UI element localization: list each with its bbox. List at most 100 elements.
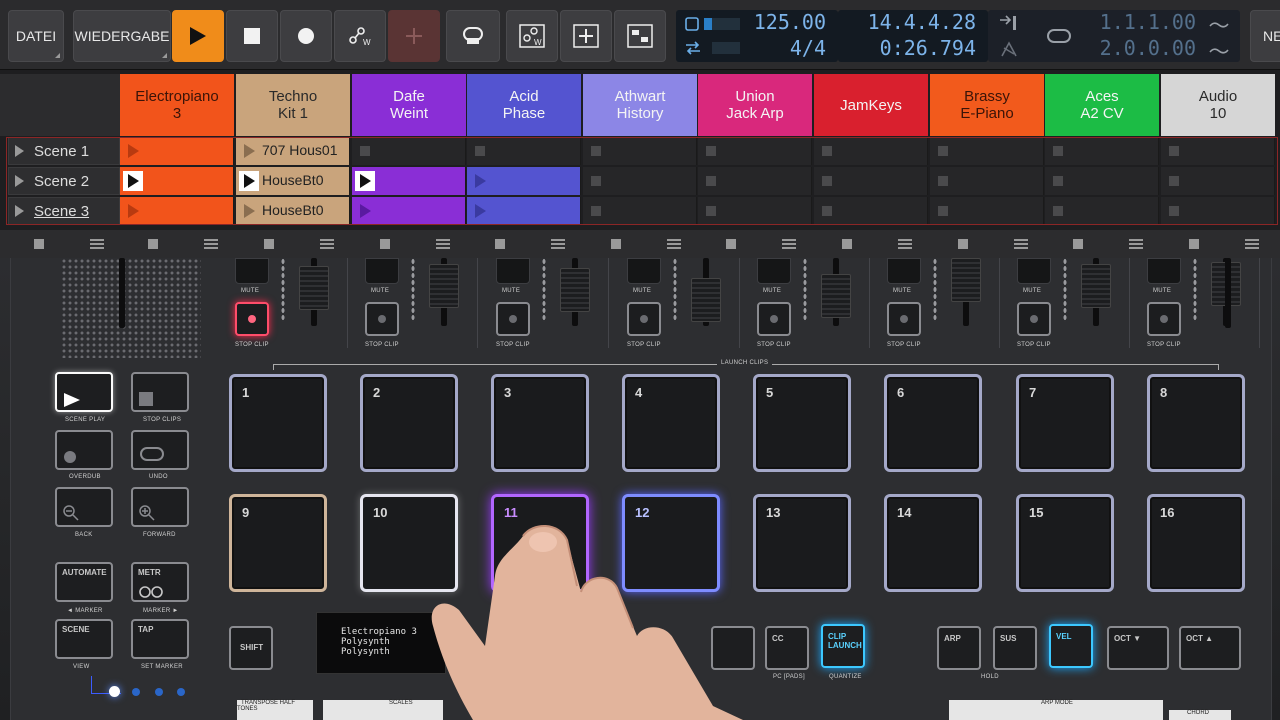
scene-launch-button[interactable]: Scene 2 — [8, 167, 120, 195]
play-button[interactable] — [172, 10, 224, 62]
overdub-hw-button[interactable] — [55, 430, 113, 470]
stop-clip-button[interactable] — [1147, 302, 1181, 336]
punch-in-icon[interactable] — [998, 14, 1020, 32]
track-header[interactable]: Brassy E-Piano — [930, 74, 1044, 136]
stop-icon[interactable] — [148, 239, 158, 249]
clip-slot[interactable] — [352, 197, 466, 225]
next-menu-button[interactable]: NE — [1250, 10, 1280, 62]
stop-icon[interactable] — [958, 239, 968, 249]
clip-slot[interactable] — [930, 167, 1044, 195]
insert-button[interactable] — [560, 10, 612, 62]
stop-icon[interactable] — [1073, 239, 1083, 249]
menu-icon[interactable] — [90, 239, 104, 249]
clip-slot[interactable] — [120, 167, 234, 195]
solo-button[interactable] — [496, 258, 530, 284]
clip-slot[interactable] — [120, 137, 234, 165]
clip-slot[interactable] — [120, 197, 234, 225]
volume-fader[interactable] — [429, 264, 459, 308]
volume-fader[interactable] — [299, 266, 329, 310]
track-header[interactable]: Techno Kit 1 — [236, 74, 350, 136]
loop-end-value[interactable]: 2.0.0.00 — [1084, 36, 1196, 60]
volume-fader[interactable] — [691, 278, 721, 322]
stop-button[interactable] — [226, 10, 278, 62]
menu-icon[interactable] — [436, 239, 450, 249]
scene-launch-button[interactable]: Scene 3 — [8, 197, 120, 225]
add-track-button[interactable] — [388, 10, 440, 62]
track-header[interactable]: JamKeys — [814, 74, 928, 136]
clip-slot[interactable] — [1045, 197, 1159, 225]
automation-write-button[interactable]: W — [334, 10, 386, 62]
track-header[interactable]: Dafe Weint — [352, 74, 466, 136]
playback-menu-button[interactable]: WIEDERGABE — [73, 10, 171, 62]
velocity-button[interactable]: VEL — [1049, 624, 1093, 668]
drum-pad[interactable]: 15 — [1016, 494, 1114, 592]
track-header[interactable]: Electropiano 3 — [120, 74, 234, 136]
clip-launch-button[interactable]: CLIP LAUNCH — [821, 624, 865, 668]
stop-clip-button[interactable] — [365, 302, 399, 336]
menu-icon[interactable] — [1014, 239, 1028, 249]
clip-slot[interactable] — [814, 137, 928, 165]
stop-icon[interactable] — [611, 239, 621, 249]
clip-slot[interactable] — [1045, 137, 1159, 165]
menu-icon[interactable] — [1129, 239, 1143, 249]
track-header[interactable]: Athwart History — [583, 74, 697, 136]
drum-pad[interactable]: 6 — [884, 374, 982, 472]
position-time-value[interactable]: 0:26.794 — [838, 36, 976, 60]
time-signature-value[interactable]: 4/4 — [740, 36, 826, 60]
clip-slot[interactable] — [1161, 137, 1275, 165]
clip-slot[interactable] — [583, 197, 697, 225]
stop-clip-button[interactable] — [887, 302, 921, 336]
back-button[interactable] — [55, 487, 113, 527]
track-header[interactable]: Union Jack Arp — [698, 74, 812, 136]
volume-fader[interactable] — [560, 268, 590, 312]
track-header[interactable]: Aces A2 CV — [1045, 74, 1159, 136]
tap-button[interactable]: TAP — [131, 619, 189, 659]
clip-slot[interactable] — [930, 197, 1044, 225]
clip-slot[interactable]: 707 Hous01 — [236, 137, 350, 165]
menu-icon[interactable] — [1245, 239, 1259, 249]
sus-button[interactable]: SUS — [993, 626, 1037, 670]
forward-button[interactable] — [131, 487, 189, 527]
solo-button[interactable] — [1147, 258, 1181, 284]
menu-icon[interactable] — [204, 239, 218, 249]
solo-button[interactable] — [365, 258, 399, 284]
drum-pad[interactable]: 1 — [229, 374, 327, 472]
stop-clip-button[interactable] — [757, 302, 791, 336]
scene-button[interactable]: SCENE — [55, 619, 113, 659]
arp-button[interactable]: ARP — [937, 626, 981, 670]
stop-icon[interactable] — [380, 239, 390, 249]
loop-icon[interactable] — [1046, 26, 1072, 46]
metronome-icon[interactable] — [684, 16, 700, 32]
undo-hw-button[interactable] — [131, 430, 189, 470]
stop-clip-button[interactable] — [1017, 302, 1051, 336]
loop-start-value[interactable]: 1.1.1.00 — [1084, 10, 1196, 34]
overdub-button[interactable] — [446, 10, 500, 62]
stop-icon[interactable] — [726, 239, 736, 249]
octave-up-button[interactable]: OCT ▲ — [1179, 626, 1241, 670]
clip-slot[interactable] — [698, 137, 812, 165]
drum-pad[interactable]: 5 — [753, 374, 851, 472]
volume-fader[interactable] — [821, 274, 851, 318]
menu-icon[interactable] — [898, 239, 912, 249]
solo-button[interactable] — [757, 258, 791, 284]
clip-automation-button[interactable]: W — [506, 10, 558, 62]
clip-slot[interactable] — [930, 137, 1044, 165]
sync-icon[interactable] — [684, 40, 702, 56]
clip-slot[interactable] — [698, 167, 812, 195]
drum-pad[interactable]: 4 — [622, 374, 720, 472]
track-header[interactable]: Audio 10 — [1161, 74, 1275, 136]
tempo-value[interactable]: 125.00 — [740, 10, 826, 34]
clip-slot[interactable] — [352, 167, 466, 195]
automate-button[interactable]: AUTOMATE — [55, 562, 113, 602]
menu-icon[interactable] — [320, 239, 334, 249]
clip-slot[interactable] — [583, 137, 697, 165]
drum-pad[interactable]: 8 — [1147, 374, 1245, 472]
clip-slot[interactable]: HouseBt0 — [236, 167, 350, 195]
solo-button[interactable] — [627, 258, 661, 284]
stop-icon[interactable] — [34, 239, 44, 249]
clip-slot[interactable] — [814, 167, 928, 195]
stop-clip-button[interactable] — [627, 302, 661, 336]
drum-pad[interactable]: 9 — [229, 494, 327, 592]
volume-fader[interactable] — [951, 258, 981, 302]
master-fader[interactable] — [1225, 258, 1231, 328]
